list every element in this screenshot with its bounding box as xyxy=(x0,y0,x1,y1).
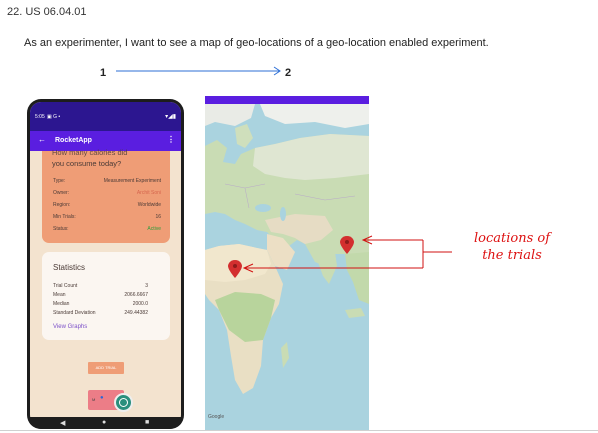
annotation-line2: the trials xyxy=(482,248,542,263)
statistics-title: Statistics xyxy=(53,263,86,272)
field-value: Worldwide xyxy=(137,202,161,208)
stat-label: Median xyxy=(53,301,70,307)
status-time: 5:05 xyxy=(35,114,45,120)
stat-row-mean: Mean 2066.6667 xyxy=(53,292,148,299)
phone-frame: 5:05 ▣ G • ▾◢▮ ← RocketApp ⋮ How many ca… xyxy=(27,99,184,429)
android-nav-bar: ◀ ● ■ xyxy=(30,417,181,429)
stat-value: 2066.6667 xyxy=(124,292,148,298)
field-row-owner: Owner: Archit Soni xyxy=(53,190,161,198)
annotation-line1: locations of xyxy=(473,231,551,246)
person-icon: ● xyxy=(100,395,104,401)
map-button-label: M xyxy=(92,397,96,402)
field-label: Region: xyxy=(53,202,71,208)
story-id: 22. US 06.04.01 xyxy=(7,6,87,18)
field-label: Status: xyxy=(53,226,69,232)
field-value: Measurement Experiment xyxy=(103,178,161,184)
field-label: Type: xyxy=(53,178,66,184)
experiment-question: How many calories did you consume today? xyxy=(52,148,127,169)
annotation-label: locations of the trials xyxy=(452,230,572,264)
stat-label: Mean xyxy=(53,292,66,298)
signal-battery-icon: ▾◢▮ xyxy=(165,114,176,120)
stat-row-trial-count: Trial Count 3 xyxy=(53,283,148,290)
map-top-bar xyxy=(205,96,369,104)
field-value: 16 xyxy=(155,214,161,220)
stat-label: Trial Count xyxy=(53,283,78,289)
field-label: Owner: xyxy=(53,190,70,196)
statistics-card: Statistics Trial Count 3 Mean 2066.6667 … xyxy=(42,252,170,340)
scan-fab-button[interactable] xyxy=(114,393,133,412)
step-arrow xyxy=(116,66,281,76)
phone-screen: 5:05 ▣ G • ▾◢▮ ← RocketApp ⋮ How many ca… xyxy=(30,102,181,426)
status-bar: 5:05 ▣ G • ▾◢▮ xyxy=(30,102,181,131)
field-row-status: Status: Active xyxy=(53,226,161,234)
field-row-region: Region: Worldwide xyxy=(53,202,161,210)
stat-row-std-dev: Standard Deviation 249.44382 xyxy=(53,310,148,317)
experiment-info-card: How many calories did you consume today?… xyxy=(42,148,170,243)
back-arrow-icon[interactable]: ← xyxy=(38,135,46,144)
field-value: Archit Soni xyxy=(136,190,161,196)
stat-label: Standard Deviation xyxy=(53,310,96,316)
field-row-min-trials: Min Trials: 16 xyxy=(53,214,161,222)
google-logo: Google xyxy=(208,414,225,420)
app-title: RocketApp xyxy=(55,137,92,144)
circle-icon xyxy=(119,398,128,407)
field-label: Min Trials: xyxy=(53,214,76,220)
step-number-1: 1 xyxy=(100,67,107,79)
nav-home-icon[interactable]: ● xyxy=(102,419,106,426)
stat-value: 3 xyxy=(145,283,148,289)
experiment-question-line2: you consume today? xyxy=(52,159,122,168)
step-number-2: 2 xyxy=(285,67,292,79)
stat-row-median: Median 2000.0 xyxy=(53,301,148,308)
status-notification-icons: ▣ G • xyxy=(47,114,61,120)
story-description: As an experimenter, I want to see a map … xyxy=(24,37,489,49)
stat-value: 249.44382 xyxy=(124,310,148,316)
map-screen: Google xyxy=(205,96,369,430)
experiment-question-line1: How many calories did xyxy=(52,148,128,157)
more-options-icon[interactable]: ⋮ xyxy=(167,135,175,144)
stat-value: 2000.0 xyxy=(132,301,148,307)
status-value: Active xyxy=(147,226,161,232)
bottom-divider xyxy=(0,430,598,431)
field-row-type: Type: Measurement Experiment xyxy=(53,178,161,186)
add-trial-button[interactable]: ADD TRIAL xyxy=(88,362,124,374)
nav-back-icon[interactable]: ◀ xyxy=(60,419,65,427)
nav-recents-icon[interactable]: ■ xyxy=(145,419,149,426)
view-graphs-link[interactable]: View Graphs xyxy=(53,324,87,330)
world-map[interactable] xyxy=(205,104,369,430)
